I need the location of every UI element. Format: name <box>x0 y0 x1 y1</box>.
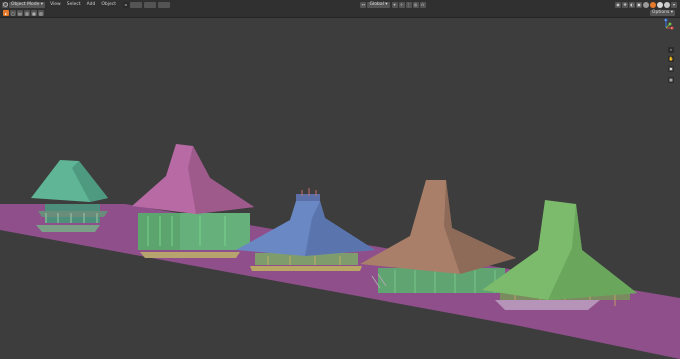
mode-extend-icon[interactable]: ▤ <box>17 10 23 16</box>
overlay-toggle-icon[interactable]: ◐ <box>629 1 636 8</box>
perspective-toggle-button[interactable]: ▦ <box>668 77 674 83</box>
shading-options-icon[interactable]: ▾ <box>671 1 678 8</box>
rendered-shading-icon[interactable] <box>664 1 671 8</box>
mode-intersect-icon[interactable]: ▧ <box>38 10 44 16</box>
selectability-icon[interactable]: ▫ <box>123 1 130 8</box>
snap-settings-icon[interactable]: ⋮ <box>405 1 412 8</box>
cube-icon <box>2 2 8 7</box>
tool-settings-bar: ▸ ▢ ▤ ▥ ▦ ▧ Options ▾ <box>0 9 680 18</box>
house-brown[interactable] <box>360 180 516 293</box>
select-box-tool-icon[interactable]: ▸ <box>3 10 9 16</box>
navigation-gizmo[interactable]: Z Y X <box>657 18 675 36</box>
snap-icon[interactable]: ⊹ <box>398 1 405 8</box>
wireframe-shading-icon[interactable] <box>643 1 650 8</box>
grid-icon: ▦ <box>669 77 673 82</box>
mode-new-icon[interactable]: ▢ <box>10 10 16 16</box>
move-view-button[interactable]: ✋ <box>668 56 674 62</box>
mode-select-button[interactable]: Object Mode ▾ <box>9 1 46 8</box>
menu-object[interactable]: Object <box>101 2 116 7</box>
zoom-button[interactable]: ⌕ <box>668 47 674 53</box>
camera-icon: ▣ <box>669 66 673 71</box>
visibility-icon[interactable]: ◉ <box>615 1 622 8</box>
gizmo-toggle-icon[interactable]: ✥ <box>622 1 629 8</box>
layer-button-3[interactable] <box>158 1 171 8</box>
menu-add[interactable]: Add <box>87 2 96 7</box>
viewport-header: Object Mode ▾ View Select Add Object ▫ ↔… <box>0 0 680 9</box>
transform-orientation-label: Global <box>369 1 384 7</box>
hand-icon: ✋ <box>668 56 674 61</box>
house-pink[interactable] <box>132 144 254 258</box>
falloff-icon[interactable]: ∩ <box>419 1 426 8</box>
proportional-edit-icon[interactable]: ◎ <box>412 1 419 8</box>
camera-view-button[interactable]: ▣ <box>668 66 674 72</box>
chevron-down-icon: ▾ <box>40 1 44 7</box>
layer-button-1[interactable] <box>130 1 143 8</box>
magnifier-icon: ⌕ <box>669 47 673 52</box>
viewport-scene[interactable] <box>0 18 680 359</box>
mode-invert-icon[interactable]: ▦ <box>31 10 37 16</box>
pivot-icon[interactable]: ⌖ <box>391 1 398 8</box>
material-shading-icon[interactable] <box>657 1 664 8</box>
menu-view[interactable]: View <box>50 2 61 7</box>
menu-select[interactable]: Select <box>67 2 81 7</box>
options-label: Options <box>651 10 670 15</box>
chevron-down-icon: ▾ <box>385 1 388 7</box>
transform-orientation-select[interactable]: Global ▾ <box>367 1 390 8</box>
chevron-down-icon: ▾ <box>670 10 673 15</box>
layer-button-2[interactable] <box>144 1 157 8</box>
transform-orientation-icon[interactable]: ↔ <box>360 1 367 8</box>
options-button[interactable]: Options ▾ <box>649 10 675 16</box>
solid-shading-icon[interactable] <box>650 1 657 8</box>
editor-type-button[interactable] <box>2 1 8 8</box>
mode-subtract-icon[interactable]: ▥ <box>24 10 30 16</box>
mode-label: Object Mode <box>11 1 40 7</box>
xray-icon[interactable]: ▣ <box>636 1 643 8</box>
